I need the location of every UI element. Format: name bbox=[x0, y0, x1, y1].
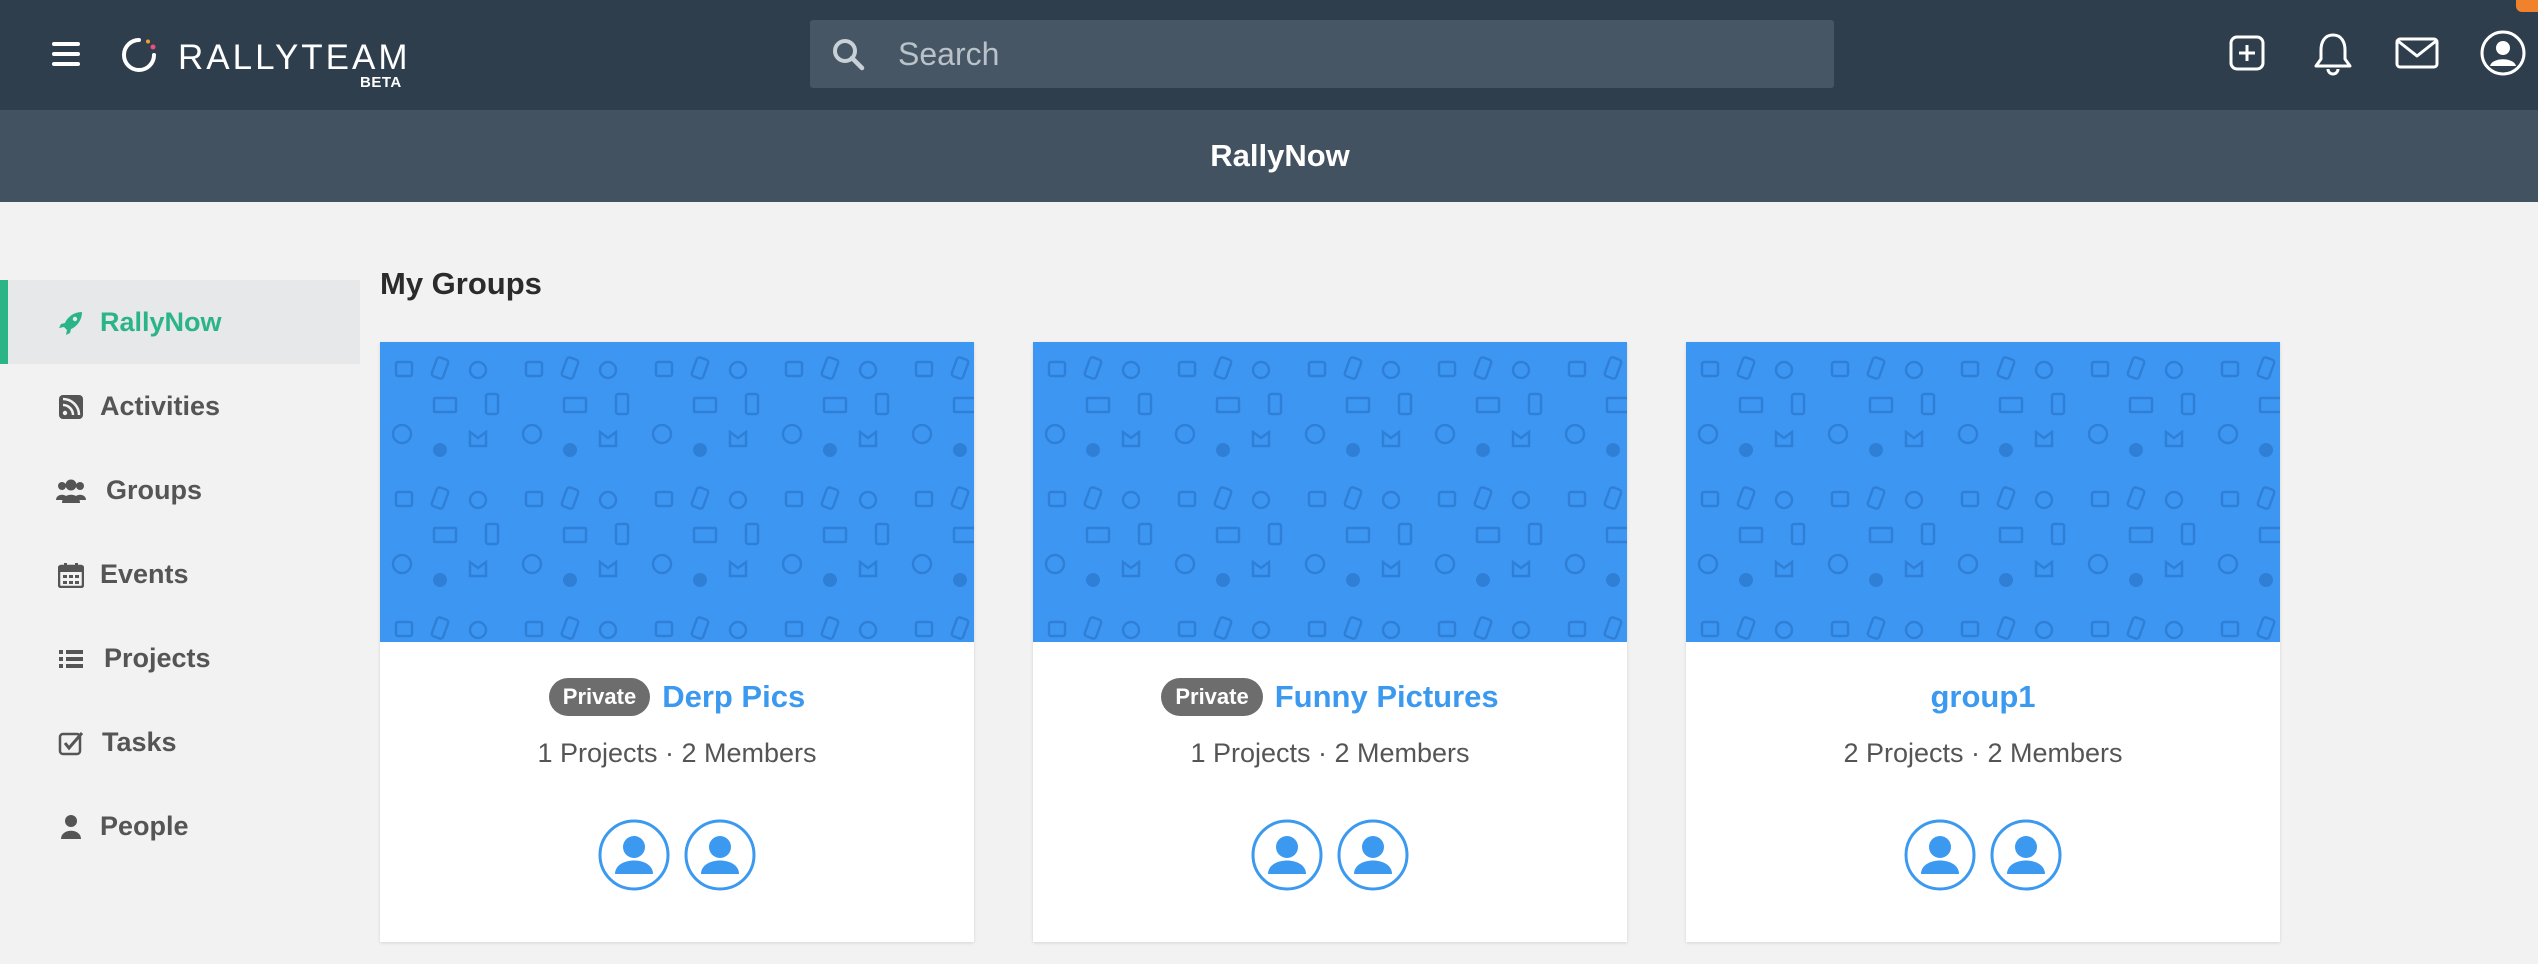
member-avatar-icon[interactable] bbox=[1903, 818, 1977, 892]
member-avatar-icon[interactable] bbox=[597, 818, 671, 892]
sidebar-item-label: Projects bbox=[104, 643, 211, 673]
group-title-row: Private Funny Pictures bbox=[1033, 672, 1627, 722]
check-square-icon bbox=[58, 732, 84, 756]
member-avatars bbox=[1686, 818, 2280, 892]
group-stats: 2 Projects · 2 Members bbox=[1843, 738, 2123, 768]
sidebar-item-label: Tasks bbox=[102, 727, 177, 757]
page-header: RallyNow bbox=[0, 110, 2538, 202]
sidebar-item-label: People bbox=[100, 811, 189, 841]
sidebar-item-events[interactable]: Events bbox=[0, 532, 360, 616]
member-avatars bbox=[1033, 818, 1627, 892]
group-stats: 1 Projects · 2 Members bbox=[537, 738, 817, 768]
menu-icon[interactable] bbox=[52, 42, 80, 66]
logo-mark-icon bbox=[122, 38, 156, 72]
privacy-badge: Private bbox=[548, 678, 651, 716]
plus-square-icon[interactable] bbox=[2222, 28, 2272, 78]
sidebar-item-label: Activities bbox=[100, 391, 221, 421]
envelope-icon[interactable] bbox=[2392, 28, 2442, 78]
bell-icon[interactable] bbox=[2308, 28, 2358, 78]
group-card[interactable]: group1 2 Projects · 2 Members bbox=[1686, 342, 2280, 942]
sidebar-item-rallynow[interactable]: RallyNow bbox=[0, 280, 360, 364]
page-title: RallyNow bbox=[1210, 138, 1350, 173]
group-title-row: Private Derp Pics bbox=[380, 672, 974, 722]
member-avatar-icon[interactable] bbox=[1250, 818, 1324, 892]
sidebar-item-label: Events bbox=[100, 559, 189, 589]
top-navbar: RALLYTEAM BETA bbox=[0, 0, 2538, 110]
member-avatars bbox=[380, 818, 974, 892]
group-banner-image bbox=[1033, 342, 1627, 642]
sidebar-item-people[interactable]: People bbox=[0, 784, 360, 868]
user-icon bbox=[61, 815, 81, 839]
privacy-badge: Private bbox=[1161, 678, 1263, 716]
member-avatar-icon[interactable] bbox=[1989, 818, 2063, 892]
calendar-icon bbox=[58, 563, 84, 588]
user-circle-icon[interactable] bbox=[2478, 28, 2528, 78]
sidebar-item-label: Groups bbox=[106, 475, 203, 505]
rallyteam-logo[interactable]: RALLYTEAM BETA bbox=[120, 34, 420, 91]
section-title: My Groups bbox=[380, 266, 542, 301]
group-title-row: group1 bbox=[1686, 672, 2280, 722]
pattern-image bbox=[1686, 342, 2280, 642]
pattern-image bbox=[380, 342, 974, 642]
sidebar-item-label: RallyNow bbox=[100, 307, 222, 337]
group-stats: 1 Projects · 2 Members bbox=[1190, 738, 1470, 768]
sidebar: RallyNow Activities Groups Events Projec… bbox=[0, 280, 360, 868]
search-icon[interactable] bbox=[830, 36, 866, 72]
search-input[interactable] bbox=[898, 20, 1798, 88]
sidebar-item-groups[interactable]: Groups bbox=[0, 448, 360, 532]
search-bar bbox=[810, 20, 1834, 88]
group-name-link[interactable]: group1 bbox=[1930, 679, 2035, 715]
users-icon bbox=[56, 479, 86, 503]
group-banner-image bbox=[1686, 342, 2280, 642]
beta-badge: BETA bbox=[360, 74, 402, 91]
list-icon bbox=[59, 650, 83, 668]
group-card[interactable]: Private Funny Pictures 1 Projects · 2 Me… bbox=[1033, 342, 1627, 942]
pattern-image bbox=[1033, 342, 1627, 642]
group-card[interactable]: Private Derp Pics 1 Projects · 2 Members bbox=[380, 342, 974, 942]
notification-badge bbox=[2516, 0, 2538, 12]
group-name-link[interactable]: Derp Pics bbox=[662, 679, 805, 715]
group-banner-image bbox=[380, 342, 974, 642]
member-avatar-icon[interactable] bbox=[683, 818, 757, 892]
sidebar-item-activities[interactable]: Activities bbox=[0, 364, 360, 448]
sidebar-item-projects[interactable]: Projects bbox=[0, 616, 360, 700]
rss-icon bbox=[59, 395, 83, 419]
member-avatar-icon[interactable] bbox=[1336, 818, 1410, 892]
sidebar-item-tasks[interactable]: Tasks bbox=[0, 700, 360, 784]
logo-text: RALLYTEAM bbox=[178, 38, 411, 77]
group-name-link[interactable]: Funny Pictures bbox=[1275, 679, 1499, 715]
rocket-icon bbox=[59, 312, 82, 335]
